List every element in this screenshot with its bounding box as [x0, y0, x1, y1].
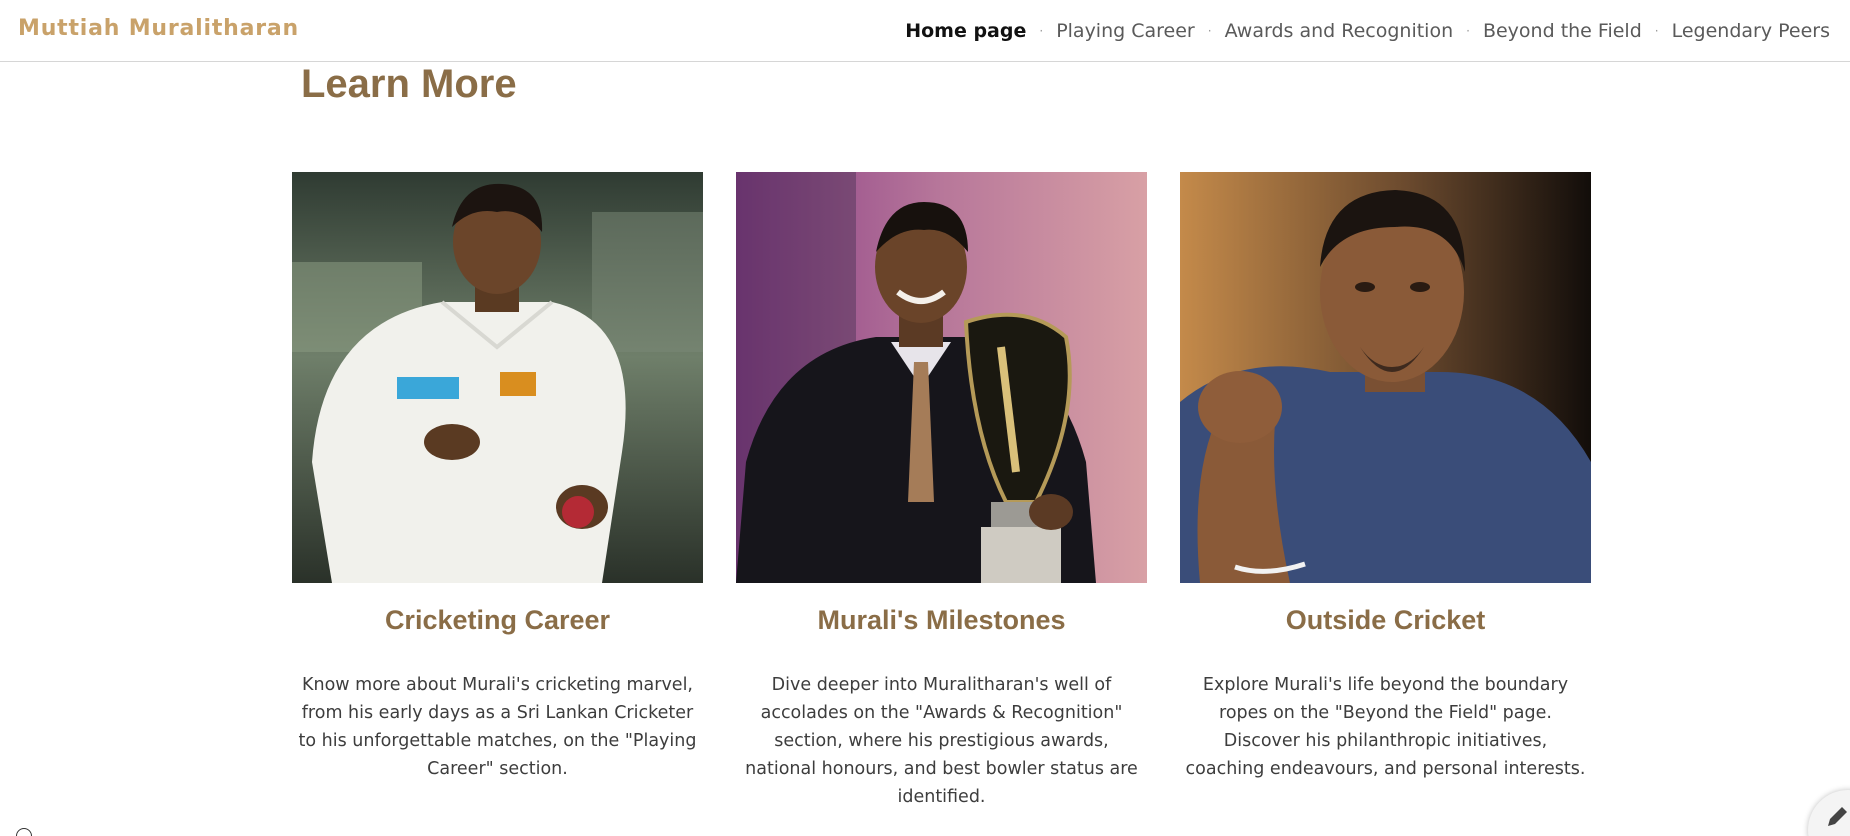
nav-legendary-peers[interactable]: Legendary Peers — [1672, 20, 1830, 42]
nav-separator: · — [1039, 24, 1044, 38]
card-description: Know more about Murali's cricketing marv… — [298, 675, 697, 779]
nav-separator: · — [1207, 24, 1212, 38]
card-title: Murali's Milestones — [817, 605, 1066, 635]
nav-home-page[interactable]: Home page — [905, 20, 1026, 42]
portrait-photo[interactable] — [1180, 172, 1591, 583]
section-title: Learn More — [301, 62, 517, 106]
edit-button[interactable] — [1808, 790, 1850, 836]
trophy-photo[interactable] — [736, 172, 1147, 583]
site-header: Muttiah Muralitharan Home page · Playing… — [0, 0, 1850, 62]
nav-separator: · — [1654, 24, 1659, 38]
card-description: Dive deeper into Muralitharan's well of … — [745, 675, 1138, 807]
nav-awards-and-recognition[interactable]: Awards and Recognition — [1225, 20, 1454, 42]
pencil-icon — [1828, 807, 1847, 826]
card-description: Explore Murali's life beyond the boundar… — [1185, 675, 1586, 779]
card-outside-cricket: Outside Cricket Explore Murali's life be… — [1180, 172, 1591, 783]
main-nav: Home page · Playing Career · Awards and … — [905, 20, 1830, 42]
nav-separator: · — [1466, 24, 1470, 38]
site-title[interactable]: Muttiah Muralitharan — [18, 16, 299, 41]
card-cricketing-career: Cricketing Career Know more about Murali… — [292, 172, 703, 783]
card-title: Outside Cricket — [1285, 605, 1486, 635]
nav-playing-career[interactable]: Playing Career — [1056, 20, 1195, 42]
nav-beyond-the-field[interactable]: Beyond the Field — [1483, 20, 1642, 42]
info-icon[interactable] — [16, 828, 32, 836]
card-muralis-milestones: Murali's Milestones Dive deeper into Mur… — [736, 172, 1147, 811]
card-title: Cricketing Career — [384, 605, 611, 635]
cricketer-photo[interactable] — [292, 172, 703, 583]
